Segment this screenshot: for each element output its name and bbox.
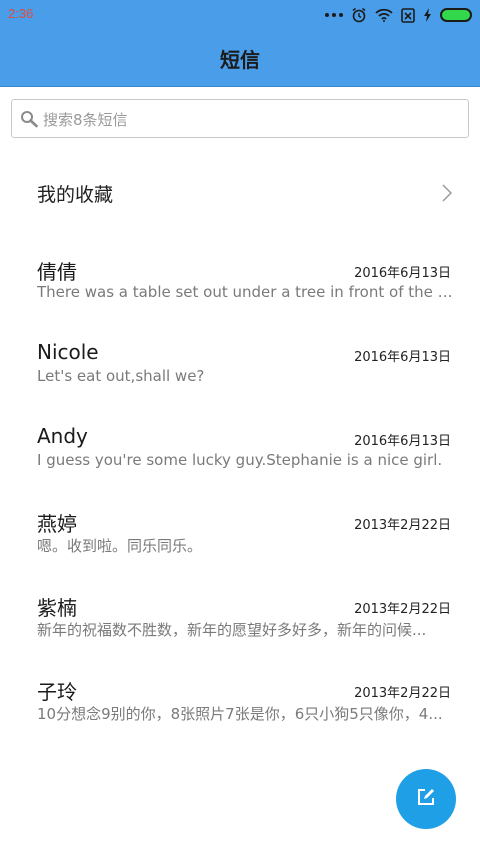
search-icon xyxy=(20,110,40,132)
no-sim-icon xyxy=(401,7,415,23)
message-preview: 10分想念9别的你，8张照片7张是你，6只小狗5只像你，4... xyxy=(37,705,443,723)
message-date: 2016年6月13日 xyxy=(354,434,451,449)
alarm-icon xyxy=(351,7,367,23)
message-date: 2013年2月22日 xyxy=(354,602,451,617)
compose-button[interactable] xyxy=(396,769,456,829)
contact-name: Andy xyxy=(37,424,88,448)
more-dots-icon xyxy=(325,13,343,17)
status-bar: 2:36 xyxy=(0,0,480,30)
header: 短信 xyxy=(0,30,480,87)
message-date: 2016年6月13日 xyxy=(354,266,451,281)
message-date: 2013年2月22日 xyxy=(354,518,451,533)
conversation-item[interactable]: Andy 2016年6月13日 I guess you're some luck… xyxy=(0,418,480,502)
message-preview: Let's eat out,shall we? xyxy=(37,367,205,385)
search-input[interactable]: 搜索8条短信 xyxy=(11,99,469,138)
message-date: 2013年2月22日 xyxy=(354,686,451,701)
wifi-icon xyxy=(375,8,393,22)
message-date: 2016年6月13日 xyxy=(354,350,451,365)
contact-name: 子玲 xyxy=(37,680,77,704)
status-time: 2:36 xyxy=(8,6,34,21)
conversation-item[interactable]: 紫楠 2013年2月22日 新年的祝福数不胜数，新年的愿望好多好多，新年的问候.… xyxy=(0,586,480,670)
message-preview: I guess you're some lucky guy.Stephanie … xyxy=(37,451,443,469)
message-preview: There was a table set out under a tree i… xyxy=(37,283,453,301)
message-preview: 新年的祝福数不胜数，新年的愿望好多好多，新年的问候... xyxy=(37,621,427,639)
contact-name: 倩倩 xyxy=(37,260,77,284)
search-placeholder: 搜索8条短信 xyxy=(43,111,128,129)
favorites-label: 我的收藏 xyxy=(37,184,114,206)
contact-name: 燕婷 xyxy=(37,512,77,536)
charging-icon xyxy=(423,8,432,22)
contact-name: 紫楠 xyxy=(37,596,77,620)
conversation-item[interactable]: 倩倩 2016年6月13日 There was a table set out … xyxy=(0,250,480,334)
status-icons xyxy=(325,5,472,25)
chevron-right-icon xyxy=(442,184,453,206)
conversation-item[interactable]: Nicole 2016年6月13日 Let's eat out,shall we… xyxy=(0,334,480,418)
compose-icon xyxy=(416,787,436,811)
conversation-item[interactable]: 燕婷 2013年2月22日 嗯。收到啦。同乐同乐。 xyxy=(0,502,480,586)
contact-name: Nicole xyxy=(37,340,99,364)
page-title: 短信 xyxy=(220,48,260,72)
battery-icon xyxy=(440,8,472,22)
favorites-row[interactable]: 我的收藏 xyxy=(0,160,480,226)
conversation-item[interactable]: 子玲 2013年2月22日 10分想念9别的你，8张照片7张是你，6只小狗5只像… xyxy=(0,670,480,754)
message-preview: 嗯。收到啦。同乐同乐。 xyxy=(37,537,203,555)
